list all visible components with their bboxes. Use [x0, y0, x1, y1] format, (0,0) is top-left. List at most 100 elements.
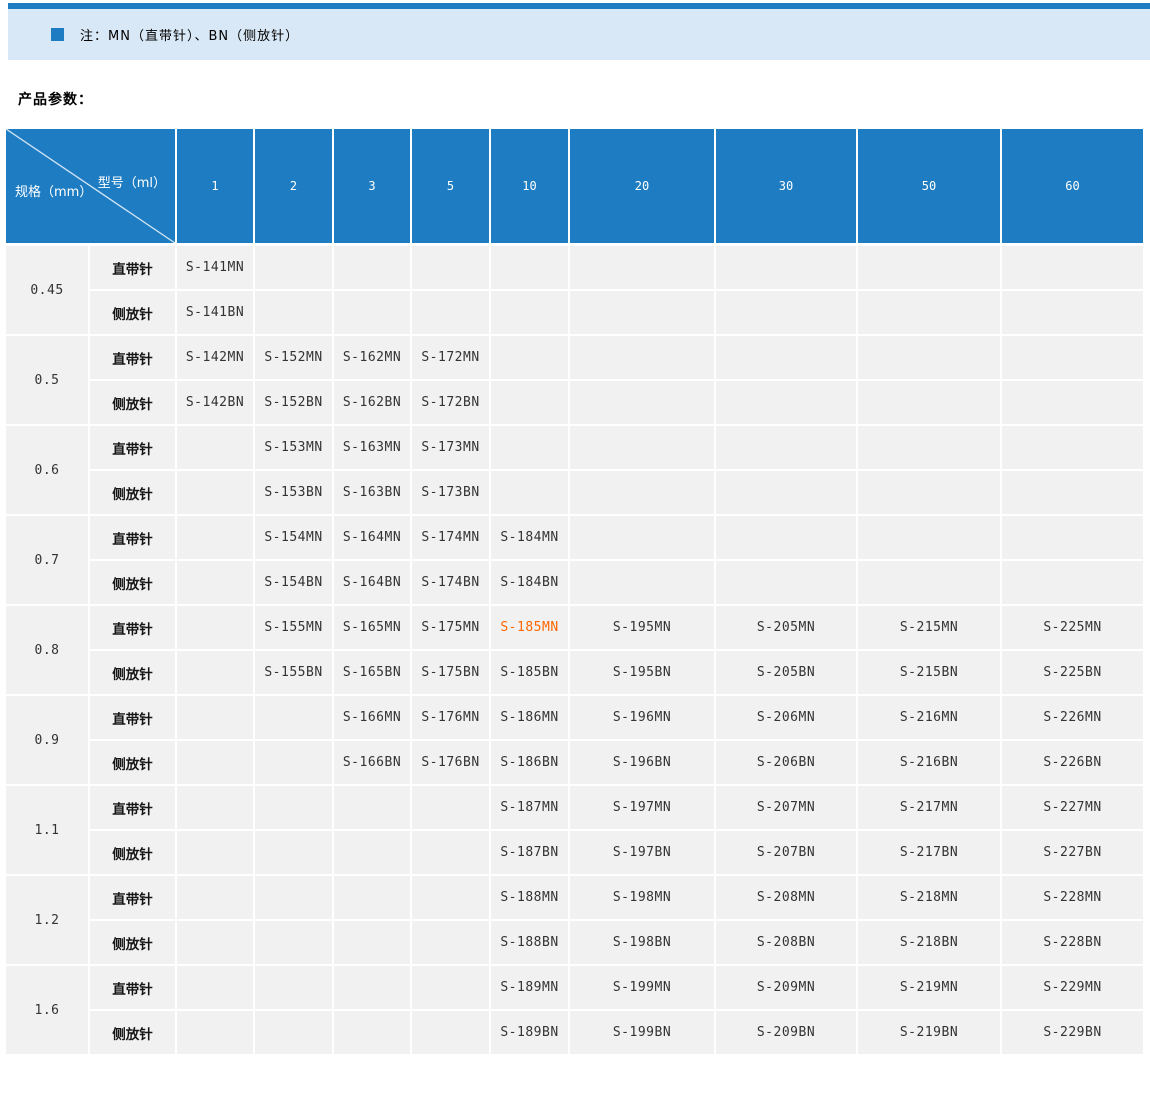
table-row: 侧放针 S-142BN S-152BN S-162BN S-172BN: [6, 381, 1146, 426]
column-header: 50: [858, 129, 1003, 246]
model-cell: S-195BN: [570, 651, 717, 696]
empty-cell: [716, 336, 859, 381]
table-row: 侧放针 S-188BN S-198BN S-208BN S-218BN S-228BN: [6, 921, 1146, 966]
empty-cell: [491, 381, 571, 426]
table-row: 侧放针 S-189BN S-199BN S-209BN S-219BN S-229BN: [6, 1011, 1146, 1056]
table-row: 侧放针 S-141BN: [6, 291, 1146, 336]
model-cell: S-199MN: [570, 966, 717, 1011]
empty-cell: [570, 471, 717, 516]
column-header: 20: [570, 129, 717, 246]
empty-cell: [177, 471, 256, 516]
model-cell: S-209BN: [716, 1011, 859, 1056]
model-cell: S-215MN: [858, 606, 1003, 651]
model-cell: S-165MN: [334, 606, 413, 651]
empty-cell: [716, 471, 859, 516]
model-cell: S-197MN: [570, 786, 717, 831]
empty-cell: [716, 291, 859, 336]
empty-cell: [255, 831, 335, 876]
empty-cell: [1002, 471, 1146, 516]
model-cell: S-216BN: [858, 741, 1003, 786]
empty-cell: [716, 561, 859, 606]
model-cell: S-187MN: [491, 786, 571, 831]
model-cell: S-227MN: [1002, 786, 1146, 831]
model-cell: S-209MN: [716, 966, 859, 1011]
model-cell: S-218BN: [858, 921, 1003, 966]
empty-cell: [570, 291, 717, 336]
empty-cell: [491, 291, 571, 336]
empty-cell: [858, 336, 1003, 381]
model-cell: S-225BN: [1002, 651, 1146, 696]
model-cell: S-228BN: [1002, 921, 1146, 966]
model-cell: S-189BN: [491, 1011, 571, 1056]
empty-cell: [334, 831, 413, 876]
section-title: 产品参数：: [18, 92, 93, 108]
empty-cell: [858, 291, 1003, 336]
table-row: 侧放针 S-155BN S-165BN S-175BN S-185BN S-195BN S-…: [6, 651, 1146, 696]
model-cell: S-227BN: [1002, 831, 1146, 876]
empty-cell: [491, 246, 571, 291]
empty-cell: [1002, 516, 1146, 561]
column-header: 1: [177, 129, 256, 246]
column-header: 60: [1002, 129, 1146, 246]
empty-cell: [177, 516, 256, 561]
needle-type-cell: 侧放针: [90, 471, 178, 516]
model-link[interactable]: S-185MN: [500, 620, 558, 635]
empty-cell: [177, 696, 256, 741]
empty-cell: [491, 471, 571, 516]
model-cell: S-152BN: [255, 381, 335, 426]
model-cell: S-152MN: [255, 336, 335, 381]
model-cell: S-153MN: [255, 426, 335, 471]
empty-cell: [1002, 246, 1146, 291]
empty-cell: [716, 246, 859, 291]
model-cell: S-199BN: [570, 1011, 717, 1056]
empty-cell: [177, 966, 256, 1011]
model-cell: S-217MN: [858, 786, 1003, 831]
square-bullet-icon: [51, 28, 64, 41]
empty-cell: [412, 921, 492, 966]
empty-cell: [177, 426, 256, 471]
model-cell: S-163BN: [334, 471, 413, 516]
empty-cell: [1002, 561, 1146, 606]
needle-type-cell: 直带针: [90, 426, 178, 471]
model-cell: S-205BN: [716, 651, 859, 696]
model-cell: S-185MN: [491, 606, 571, 651]
model-cell: S-165BN: [334, 651, 413, 696]
model-cell: S-226BN: [1002, 741, 1146, 786]
table-row: 侧放针 S-187BN S-197BN S-207BN S-217BN S-227BN: [6, 831, 1146, 876]
empty-cell: [255, 876, 335, 921]
model-cell: S-217BN: [858, 831, 1003, 876]
model-cell: S-188BN: [491, 921, 571, 966]
model-cell: S-205MN: [716, 606, 859, 651]
model-cell: S-196MN: [570, 696, 717, 741]
model-cell: S-173BN: [412, 471, 492, 516]
empty-cell: [1002, 336, 1146, 381]
table-row: 侧放针 S-153BN S-163BN S-173BN: [6, 471, 1146, 516]
needle-type-cell: 侧放针: [90, 921, 178, 966]
table-row: 0.8 直带针 S-155MN S-165MN S-175MN S-185MN S-195M…: [6, 606, 1146, 696]
model-cell: S-155BN: [255, 651, 335, 696]
model-cell: S-206MN: [716, 696, 859, 741]
column-header: 3: [334, 129, 413, 246]
table-row: 0.5 直带针 S-142MN S-152MN S-162MN S-172MN: [6, 336, 1146, 426]
model-cell: S-175MN: [412, 606, 492, 651]
empty-cell: [334, 921, 413, 966]
empty-cell: [716, 516, 859, 561]
model-cell: S-163MN: [334, 426, 413, 471]
column-header: 5: [412, 129, 492, 246]
empty-cell: [570, 426, 717, 471]
needle-type-cell: 侧放针: [90, 561, 178, 606]
model-cell: S-226MN: [1002, 696, 1146, 741]
empty-cell: [177, 741, 256, 786]
needle-type-cell: 直带针: [90, 786, 178, 831]
empty-cell: [255, 1011, 335, 1056]
needle-type-cell: 直带针: [90, 516, 178, 561]
empty-cell: [858, 516, 1003, 561]
model-cell: S-172MN: [412, 336, 492, 381]
empty-cell: [334, 966, 413, 1011]
model-cell: S-142MN: [177, 336, 256, 381]
spec-cell: 1.6: [6, 966, 90, 1056]
model-cell: S-174MN: [412, 516, 492, 561]
empty-cell: [255, 246, 335, 291]
model-cell: S-176MN: [412, 696, 492, 741]
model-cell: S-186BN: [491, 741, 571, 786]
